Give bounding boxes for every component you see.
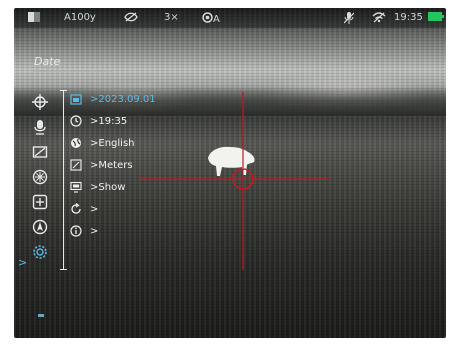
section-underline xyxy=(34,71,112,72)
calibration-indicator: A xyxy=(202,12,220,26)
display-text: Show xyxy=(98,182,126,193)
ruler-icon xyxy=(70,159,84,171)
section-title: Date xyxy=(34,55,61,68)
gear-icon[interactable] xyxy=(32,244,52,260)
menu-divider xyxy=(63,90,64,270)
chevron-right-icon: > xyxy=(90,226,99,237)
viewfinder: A100y 3× A 19:35 Date > >2023.09.01 >19:… xyxy=(14,8,446,338)
mic-off-icon xyxy=(343,12,355,28)
microphone-icon[interactable] xyxy=(32,119,52,135)
zoom-label: 3× xyxy=(164,12,179,23)
eye-off-icon xyxy=(124,12,138,26)
language-text: English xyxy=(98,138,135,149)
monitor-icon xyxy=(70,181,84,193)
calendar-icon xyxy=(70,93,84,105)
image-mode-icon xyxy=(28,12,40,26)
chevron-right-icon: > xyxy=(90,204,99,215)
menu-divider-bottom xyxy=(60,269,67,270)
menu-row-time[interactable]: >19:35 xyxy=(70,115,127,129)
menu-row-display[interactable]: >Show xyxy=(70,181,125,195)
clock-label: 19:35 xyxy=(394,12,423,23)
menu-row-info[interactable]: > xyxy=(70,225,98,239)
boar-heat-signature xyxy=(208,146,255,176)
plus-box-icon[interactable] xyxy=(32,194,52,210)
menu-row-units[interactable]: >Meters xyxy=(70,159,133,173)
battery-icon xyxy=(428,12,444,25)
wifi-off-icon xyxy=(372,12,386,27)
info-icon xyxy=(70,225,84,237)
calibration-label: A xyxy=(213,14,220,25)
crosshair-icon[interactable] xyxy=(32,94,52,110)
globe-icon xyxy=(70,137,84,149)
profile-label: A100y xyxy=(64,12,96,23)
date-text: 2023.09.01 xyxy=(98,94,156,105)
menu-row-date[interactable]: >2023.09.01 xyxy=(70,93,156,107)
indicator-dot xyxy=(38,314,44,317)
display-icon[interactable] xyxy=(32,144,52,160)
menu-divider-top xyxy=(60,90,67,91)
menu-row-language[interactable]: >English xyxy=(70,137,135,151)
menu-row-reset[interactable]: > xyxy=(70,203,98,217)
compass-icon[interactable] xyxy=(32,219,52,235)
units-text: Meters xyxy=(98,160,133,171)
status-bar: A100y 3× A 19:35 xyxy=(14,8,446,28)
clock-icon xyxy=(70,115,84,127)
selection-arrow-icon: > xyxy=(18,256,28,269)
sun-icon[interactable] xyxy=(32,169,52,185)
reset-icon xyxy=(70,203,84,215)
time-text: 19:35 xyxy=(98,116,128,127)
